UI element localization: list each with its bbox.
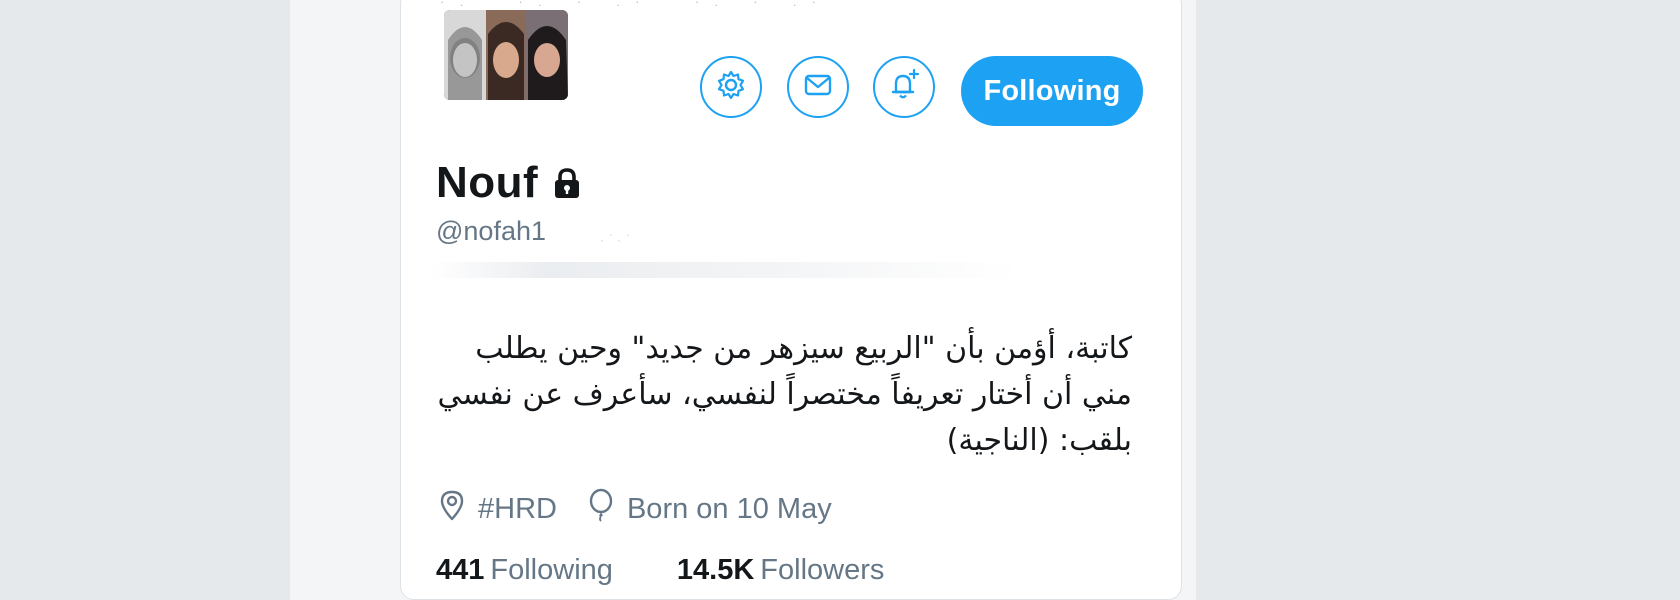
bell-plus-icon: [887, 68, 921, 107]
followers-count-link[interactable]: 14.5K Followers: [677, 554, 884, 587]
birthday-item: Born on 10 May: [587, 488, 832, 530]
redacted-line: [430, 262, 1020, 278]
avatar[interactable]: [444, 10, 568, 100]
bio-line: بلقب: (الناجية): [946, 423, 1132, 458]
envelope-icon: [802, 69, 834, 106]
settings-button[interactable]: [700, 56, 762, 118]
balloon-icon: [587, 488, 627, 530]
followers-label: Followers: [760, 554, 885, 586]
profile-stats: 441 Following 14.5K Followers: [436, 554, 948, 587]
followers-count: 14.5K: [676, 554, 755, 586]
following-count-link[interactable]: 441 Following: [436, 554, 613, 587]
profile-meta: #HRD Born on 10 May: [438, 488, 862, 530]
cropped-text-remnant: · ‚ ´ ˎ · ‚ ´ · ˎ ‚ · ´ ˎ · ‚ ´ · ˎ ‚ ·: [440, 0, 1160, 6]
user-handle: @nofah1: [436, 216, 546, 246]
following-label: Following: [490, 554, 613, 586]
bio-line: كاتبة، أؤمن بأن "الربيع سيزهر من جديد" و…: [475, 331, 1132, 366]
birthday-text: Born on 10 May: [626, 492, 832, 525]
bio-line: مني أن أختار تعريفاً مختصراً لنفسي، سأعر…: [437, 377, 1132, 412]
notifications-button[interactable]: [873, 56, 935, 118]
following-button[interactable]: Following: [961, 56, 1143, 126]
gear-icon: [715, 69, 747, 106]
left-gutter: [0, 0, 290, 600]
right-gutter: [1196, 0, 1680, 600]
profile-bio: كاتبة، أؤمن بأن "الربيع سيزهر من جديد" و…: [430, 326, 1132, 464]
lock-icon: [550, 166, 584, 200]
profile-name-row: Nouf: [436, 158, 584, 208]
location-item: #HRD: [438, 489, 557, 529]
following-count: 441: [436, 554, 485, 586]
display-name: Nouf: [436, 158, 539, 207]
location-pin-icon: [438, 489, 478, 529]
redacted-text: ˎ · ˎ ·: [600, 226, 631, 242]
message-button[interactable]: [787, 56, 849, 118]
location-text: #HRD: [478, 492, 557, 525]
